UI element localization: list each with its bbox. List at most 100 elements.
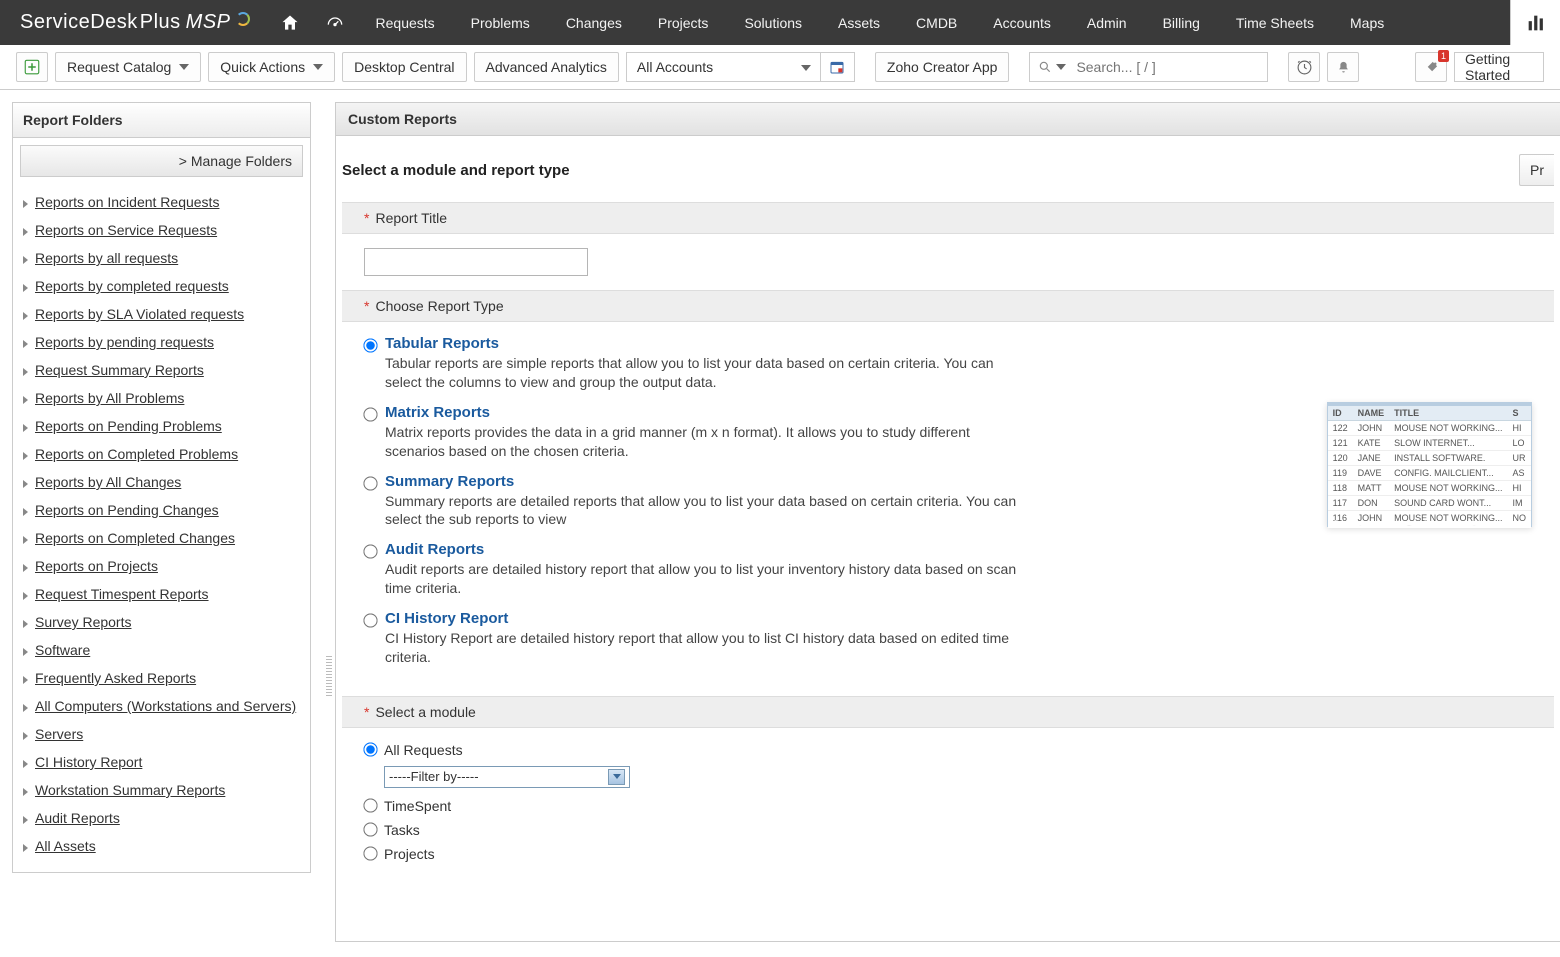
folder-link[interactable]: Reports by pending requests (35, 334, 214, 350)
top-nav: ServiceDesk Plus MSP RequestsProblemsCha… (0, 0, 1560, 45)
desktop-central-label: Desktop Central (354, 59, 454, 75)
preview-cell: MOUSE NOT WORKING... (1389, 481, 1507, 496)
folder-link[interactable]: Reports by All Problems (35, 390, 184, 406)
report-type-radio[interactable] (363, 545, 377, 559)
preview-button[interactable]: Pr (1519, 154, 1554, 186)
new-request-icon[interactable] (16, 52, 48, 82)
folder-item: Reports on Completed Changes (21, 524, 302, 552)
folder-link[interactable]: Request Timespent Reports (35, 586, 209, 602)
filter-by-select[interactable]: -----Filter by----- (384, 766, 630, 788)
main-content: Custom Reports Select a module and repor… (335, 90, 1560, 942)
module-option: TimeSpent (364, 794, 1532, 818)
report-type-radio[interactable] (363, 338, 377, 352)
accounts-select[interactable]: All Accounts (626, 52, 821, 82)
report-type-title[interactable]: Matrix Reports (385, 404, 1024, 421)
folder-link[interactable]: All Assets (35, 838, 96, 854)
brand-part2: Plus (140, 11, 181, 34)
folder-link[interactable]: Frequently Asked Reports (35, 670, 196, 686)
module-radio[interactable] (363, 823, 377, 837)
getting-started-button[interactable]: Getting Started (1454, 52, 1544, 82)
accounts-calendar-icon[interactable] (821, 52, 855, 82)
report-type-radio[interactable] (363, 613, 377, 627)
module-radio[interactable] (363, 847, 377, 861)
nav-tab-accounts[interactable]: Accounts (975, 0, 1069, 45)
nav-tab-solutions[interactable]: Solutions (726, 0, 820, 45)
report-title-input[interactable] (364, 248, 588, 276)
folder-item: Frequently Asked Reports (21, 664, 302, 692)
recent-items-icon[interactable] (1288, 52, 1320, 82)
advanced-analytics-button[interactable]: Advanced Analytics (474, 52, 619, 82)
nav-tab-problems[interactable]: Problems (453, 0, 548, 45)
dashboard-icon[interactable] (313, 0, 358, 45)
folder-link[interactable]: Request Summary Reports (35, 362, 204, 378)
folder-link[interactable]: Reports on Completed Changes (35, 530, 235, 546)
folder-item: Reports on Pending Changes (21, 496, 302, 524)
preview-cell: INSTALL SOFTWARE. (1389, 451, 1507, 466)
notifications-icon[interactable] (1327, 52, 1359, 82)
report-type-desc: Summary reports are detailed reports tha… (385, 492, 1024, 530)
zoho-creator-button[interactable]: Zoho Creator App (875, 52, 1010, 82)
caret-icon (1056, 64, 1066, 70)
getting-started-label: Getting Started (1465, 52, 1533, 82)
report-type-radio[interactable] (363, 476, 377, 490)
manage-folders-link[interactable]: > Manage Folders (20, 145, 303, 177)
nav-tab-maps[interactable]: Maps (1332, 0, 1402, 45)
report-type-title[interactable]: CI History Report (385, 610, 1024, 627)
folder-link[interactable]: Reports on Projects (35, 558, 158, 574)
search-input[interactable] (1074, 58, 1259, 76)
preview-cell: HI (1508, 481, 1532, 496)
request-catalog-dropdown[interactable]: Request Catalog (55, 52, 201, 82)
module-option: Tasks (364, 818, 1532, 842)
folder-item: Servers (21, 720, 302, 748)
preview-cell: 121 (1328, 436, 1353, 451)
folder-link[interactable]: Reports on Completed Problems (35, 446, 238, 462)
announcements-icon[interactable]: 1 (1415, 52, 1447, 82)
report-type-title[interactable]: Audit Reports (385, 541, 1024, 558)
module-radio[interactable] (363, 799, 377, 813)
folder-link[interactable]: CI History Report (35, 754, 142, 770)
report-title-label: Report Title (375, 210, 447, 226)
folder-item: Workstation Summary Reports (21, 776, 302, 804)
preview-row: 122JOHNMOUSE NOT WORKING...HI (1328, 421, 1531, 436)
nav-tab-time-sheets[interactable]: Time Sheets (1218, 0, 1332, 45)
preview-cell: 117 (1328, 496, 1353, 511)
nav-tab-requests[interactable]: Requests (358, 0, 453, 45)
folder-link[interactable]: Reports on Incident Requests (35, 194, 219, 210)
report-type-radio[interactable] (363, 407, 377, 421)
preview-cell: AS (1508, 466, 1532, 481)
folder-link[interactable]: Reports on Pending Problems (35, 418, 222, 434)
filter-by-label: -----Filter by----- (389, 769, 479, 784)
folder-link[interactable]: Reports by all requests (35, 250, 178, 266)
report-type-title[interactable]: Tabular Reports (385, 335, 1024, 352)
folder-link[interactable]: Audit Reports (35, 810, 120, 826)
folder-link[interactable]: Reports on Service Requests (35, 222, 217, 238)
folder-link[interactable]: Workstation Summary Reports (35, 782, 225, 798)
preview-row: 118MATTMOUSE NOT WORKING...HI (1328, 481, 1531, 496)
folder-link[interactable]: Reports on Pending Changes (35, 502, 219, 518)
nav-tab-assets[interactable]: Assets (820, 0, 898, 45)
preview-header: NAME (1353, 406, 1390, 421)
preview-cell: JOHN (1353, 421, 1390, 436)
nav-tab-projects[interactable]: Projects (640, 0, 727, 45)
panel-splitter[interactable] (323, 90, 335, 942)
reports-chart-icon[interactable] (1510, 0, 1560, 45)
folder-link[interactable]: Survey Reports (35, 614, 131, 630)
folder-link[interactable]: Reports by completed requests (35, 278, 229, 294)
nav-tab-cmdb[interactable]: CMDB (898, 0, 975, 45)
folder-link[interactable]: Software (35, 642, 90, 658)
nav-tab-changes[interactable]: Changes (548, 0, 640, 45)
folder-link[interactable]: Reports by All Changes (35, 474, 181, 490)
folder-item: Survey Reports (21, 608, 302, 636)
folder-link[interactable]: Reports by SLA Violated requests (35, 306, 244, 322)
nav-tab-admin[interactable]: Admin (1069, 0, 1145, 45)
desktop-central-button[interactable]: Desktop Central (342, 52, 466, 82)
search-box[interactable] (1029, 52, 1268, 82)
folder-link[interactable]: All Computers (Workstations and Servers) (35, 698, 296, 714)
folder-link[interactable]: Servers (35, 726, 83, 742)
home-icon[interactable] (268, 0, 313, 45)
nav-tab-billing[interactable]: Billing (1145, 0, 1218, 45)
module-radio[interactable] (363, 743, 377, 757)
report-type-title[interactable]: Summary Reports (385, 473, 1024, 490)
module-label: Projects (384, 846, 435, 862)
quick-actions-dropdown[interactable]: Quick Actions (208, 52, 335, 82)
